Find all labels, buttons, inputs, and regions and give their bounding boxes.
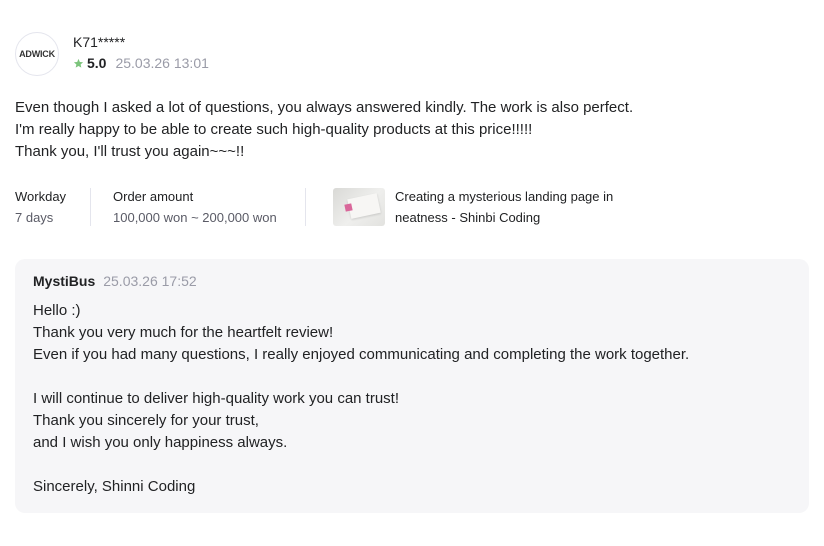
rating-value: 5.0 — [87, 55, 107, 71]
reply-line: Thank you very much for the heartfelt re… — [33, 324, 334, 341]
service-thumbnail[interactable] — [333, 188, 385, 226]
service-title-line: neatness - Shinbi Coding — [395, 210, 541, 225]
reply-line: Sincerely, Shinni Coding — [33, 478, 196, 495]
workday-label: Workday — [15, 189, 67, 204]
service-link[interactable]: Creating a mysterious landing page in ne… — [306, 186, 635, 228]
workday-detail: Workday 7 days — [15, 186, 90, 228]
rating-row: 5.0 25.03.26 13:01 — [73, 55, 209, 71]
reviewer-meta: K71***** 5.0 25.03.26 13:01 — [73, 30, 209, 71]
reply-line: Even if you had many questions, I really… — [33, 346, 690, 363]
avatar-logo-text: ADWICK — [19, 49, 55, 59]
review-header: ADWICK K71***** 5.0 25.03.26 13:01 — [15, 30, 809, 76]
service-title[interactable]: Creating a mysterious landing page in ne… — [395, 186, 635, 228]
seller-reply: MystiBus 25.03.26 17:52 Hello :) Thank y… — [15, 259, 809, 513]
order-amount-value: 100,000 won ~ 200,000 won — [113, 210, 277, 225]
review-text: Even though I asked a lot of questions, … — [15, 97, 809, 163]
seller-name[interactable]: MystiBus — [33, 273, 95, 289]
reply-line — [33, 454, 791, 476]
avatar[interactable]: ADWICK — [15, 32, 59, 76]
reply-line: Hello :) — [33, 302, 81, 319]
star-icon — [73, 58, 84, 68]
review-line: Even though I asked a lot of questions, … — [15, 99, 634, 116]
reply-line — [33, 366, 791, 388]
thumbnail-card-shape — [347, 193, 381, 219]
reply-line: I will continue to deliver high-quality … — [33, 390, 400, 407]
order-details: Workday 7 days Order amount 100,000 won … — [15, 187, 809, 227]
order-amount-detail: Order amount 100,000 won ~ 200,000 won — [91, 186, 305, 228]
reply-line: Thank you sincerely for your trust, — [33, 412, 259, 429]
reply-text: Hello :) Thank you very much for the hea… — [33, 300, 791, 498]
review-line: I'm really happy to be able to create su… — [15, 121, 533, 138]
order-amount-label: Order amount — [113, 189, 194, 204]
workday-value: 7 days — [15, 210, 54, 225]
reply-line: and I wish you only happiness always. — [33, 434, 288, 451]
reply-header: MystiBus 25.03.26 17:52 — [33, 273, 791, 289]
thumbnail-pink-mark — [344, 203, 353, 212]
review-date: 25.03.26 13:01 — [115, 55, 209, 71]
reviewer-username: K71***** — [73, 34, 126, 50]
service-title-line: Creating a mysterious landing page in — [395, 189, 614, 204]
review-line: Thank you, I'll trust you again~~~!! — [15, 143, 245, 160]
review-card: ADWICK K71***** 5.0 25.03.26 13:01 Even … — [15, 30, 809, 513]
reply-date: 25.03.26 17:52 — [103, 273, 197, 289]
